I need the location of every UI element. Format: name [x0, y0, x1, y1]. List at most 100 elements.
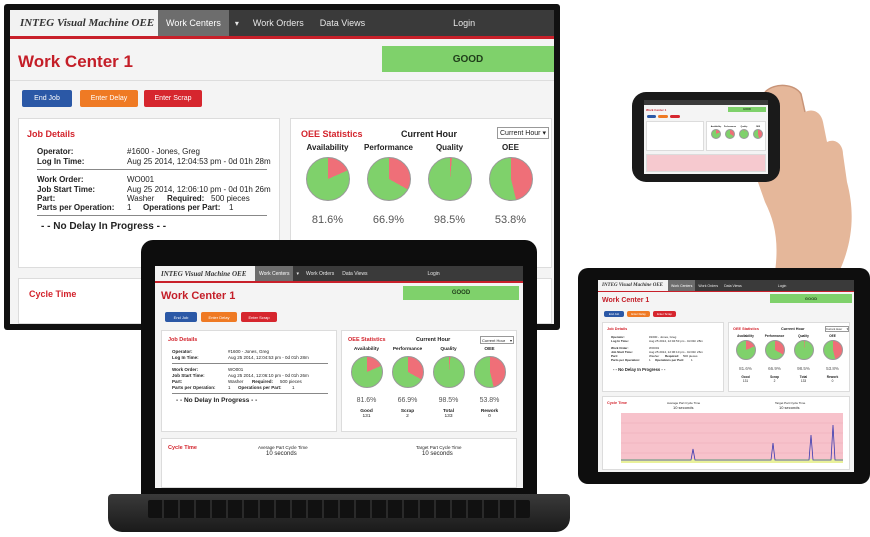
end-job-button[interactable]: End Job — [22, 90, 72, 107]
login-row: Log In Time: Aug 25 2014, 12:04:53 pm - 0… — [611, 339, 703, 343]
cycle-time-title: Cycle Time — [29, 289, 77, 299]
nav-work-orders[interactable]: Work Orders — [245, 10, 312, 36]
nav-work-orders[interactable]: Work Orders — [695, 280, 721, 291]
ppo-label: Parts per Operation: — [37, 203, 115, 212]
oee-stats-panel: OEE Statistics Current Hour Current Hour… — [341, 330, 517, 432]
oee-pie-chart — [366, 157, 411, 202]
count-value: 133 — [800, 379, 807, 383]
page-title: Work Center 1 — [18, 52, 133, 71]
oee-pie-chart — [711, 129, 721, 140]
job-start-row: Job Start Time: Aug 25 2014, 12:06:10 pm … — [37, 185, 271, 194]
chevron-down-icon[interactable]: ▾ — [293, 266, 302, 281]
operator-label: Operator: — [172, 349, 193, 354]
oee-metric-availability: Availability — [709, 126, 723, 140]
count-value: 133 — [444, 414, 453, 419]
keyboard — [148, 500, 530, 518]
part-value: Washer — [228, 379, 244, 384]
ppo-label: Parts per Operation: — [611, 358, 641, 362]
cycle-time-title: Cycle Time — [607, 401, 627, 405]
oee-pie-chart — [725, 129, 735, 140]
laptop-screen: INTEG Visual Machine OEE Work Centers ▾ … — [155, 266, 523, 488]
oee-metric-label: Quality — [798, 334, 809, 338]
oee-metric-label: Performance — [364, 143, 413, 152]
count-total: Total133 — [428, 409, 469, 419]
oee-metric-value: 98.5% — [438, 396, 459, 404]
target-cycle-label: Target Part Cycle Time — [416, 445, 462, 450]
nav-login[interactable]: Login — [423, 266, 443, 281]
chevron-down-icon[interactable]: ▾ — [229, 10, 245, 36]
divider — [10, 80, 554, 81]
oee-metric-availability: Availability 81.6% — [346, 347, 387, 404]
status-badge: GOOD — [770, 294, 852, 303]
oee-metrics: Availability 81.6% Good131 Performance 66.9%… — [342, 331, 518, 433]
divider — [172, 393, 328, 394]
oee-metrics: Availability Performance Quality OEE — [707, 122, 767, 152]
enter-scrap-button[interactable]: Enter Scrap — [653, 311, 676, 317]
oee-metric-oee: OEE 53.8% — [469, 347, 510, 404]
oee-metric-label: Quality — [435, 143, 464, 152]
nav-data-views[interactable]: Data Views — [312, 10, 373, 36]
parts-per-op-row: Parts per Operation: 1 Operations per Part… — [172, 385, 295, 390]
job-details-panel — [646, 121, 704, 151]
end-job-button[interactable] — [647, 115, 656, 118]
enter-scrap-button[interactable]: Enter Scrap — [144, 90, 202, 107]
count-good: Good131 — [731, 375, 760, 383]
top-navbar: INTEG Visual Machine OEE Work Centers ▾ … — [10, 10, 554, 36]
work-order-value: WO001 — [228, 367, 244, 372]
oee-metrics: Availability 81.6% Good131 Performance 66.9%… — [729, 323, 851, 393]
oee-metric-quality: Quality 98.5% — [789, 334, 818, 371]
nav-data-views[interactable]: Data Views — [721, 280, 745, 291]
oee-metric-performance: Performance — [723, 126, 737, 140]
top-navbar: INTEG Visual Machine OEE Work Centers ▾ … — [155, 266, 523, 281]
target-cycle-value: 10 seconds — [422, 451, 453, 457]
cycle-time-title: Cycle Time — [168, 445, 197, 451]
operator-row: Operator: #1600 - Jones, Greg — [172, 349, 269, 354]
page-title: Work Center 1 — [646, 108, 667, 112]
oee-pie-chart — [753, 129, 763, 140]
oee-metric-value: 81.6% — [739, 365, 752, 371]
end-job-button[interactable]: End Job — [604, 311, 624, 317]
enter-delay-button[interactable] — [658, 115, 668, 118]
nav-login[interactable]: Login — [775, 280, 790, 291]
laptop-keyboard-deck — [108, 494, 570, 532]
page-title: Work Center 1 — [161, 290, 236, 302]
oee-metric-label: OEE — [484, 347, 495, 352]
nav-work-centers[interactable]: Work Centers — [158, 10, 229, 36]
end-job-button[interactable]: End Job — [165, 312, 197, 322]
count-value: 0 — [831, 379, 834, 383]
oee-metric-label: Performance — [723, 126, 737, 128]
required-label: Required: — [252, 379, 274, 384]
status-badge: GOOD — [728, 107, 766, 112]
operator-row: Operator: #1600 - Jones, Greg — [37, 147, 200, 156]
nav-work-orders[interactable]: Work Orders — [302, 266, 338, 281]
oee-metric-oee: OEE 53.8% — [480, 143, 541, 226]
part-label: Part: — [172, 379, 183, 384]
job-details-panel: Job Details Operator: #1600 - Jones, Greg… — [602, 322, 724, 392]
opp-value: 1 — [691, 358, 693, 362]
oee-metric-label: Availability — [353, 347, 380, 352]
oee-metric-availability: Availability 81.6% — [731, 334, 760, 371]
nav-work-centers[interactable]: Work Centers — [668, 280, 696, 291]
oee-metric-quality: Quality 98.5% — [428, 347, 469, 404]
enter-scrap-button[interactable]: Enter Scrap — [241, 312, 277, 322]
enter-delay-button[interactable]: Enter Delay — [201, 312, 237, 322]
nav-login[interactable]: Login — [445, 10, 483, 36]
cycle-chart — [646, 154, 766, 172]
part-label: Part: — [37, 194, 56, 203]
nav-work-centers[interactable]: Work Centers — [255, 266, 294, 281]
nav-accent-bar — [155, 281, 523, 283]
nav-data-views[interactable]: Data Views — [338, 266, 371, 281]
job-start-row: Job Start Time: Aug 25 2014, 12:06:10 pm … — [172, 373, 309, 378]
brand-logo: INTEG Visual Machine OEE — [10, 10, 158, 36]
enter-delay-button[interactable]: Enter Delay — [80, 90, 138, 107]
cycle-time-chart — [621, 413, 843, 463]
oee-metric-label: Availability — [737, 334, 754, 338]
work-order-label: Work Order: — [37, 175, 84, 184]
enter-scrap-button[interactable] — [670, 115, 680, 118]
login-value: Aug 25 2014, 12:04:53 pm - 0d 01h 28m — [228, 355, 309, 360]
oee-metric-performance: Performance 66.9% — [760, 334, 789, 371]
oee-metric-value: 66.9% — [397, 396, 418, 404]
enter-delay-button[interactable]: Enter Delay — [627, 311, 650, 317]
oee-pie-chart — [305, 157, 350, 202]
opp-label: Operations per Part: — [238, 385, 282, 390]
